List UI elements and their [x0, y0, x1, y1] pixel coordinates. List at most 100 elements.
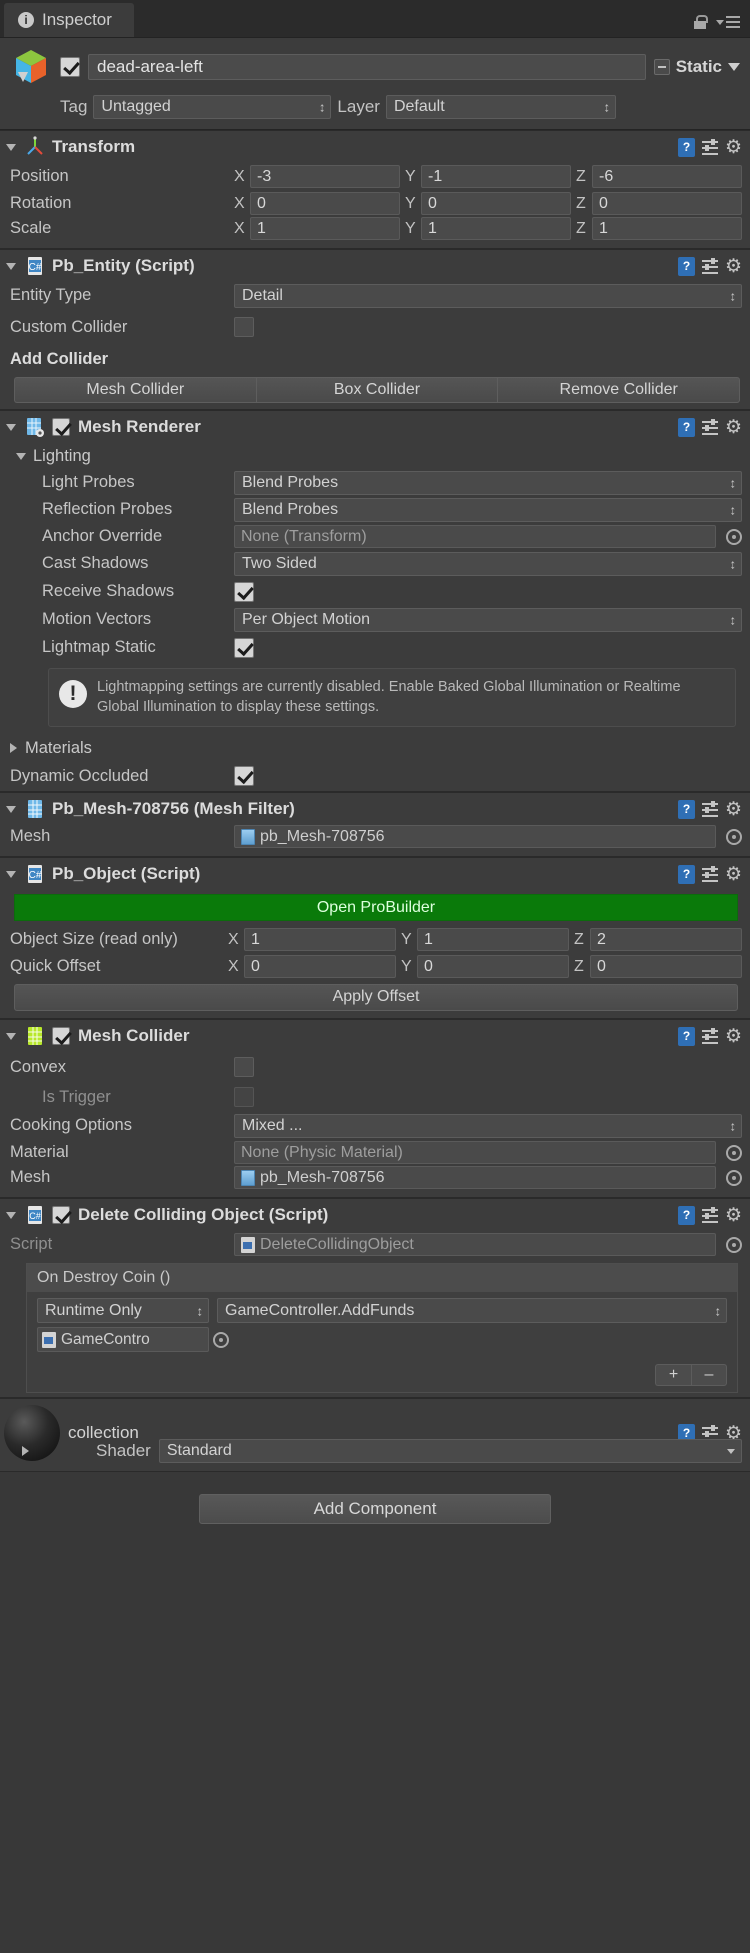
box-collider-button[interactable]: Box Collider [255, 377, 498, 403]
pb-object-header[interactable]: C# Pb_Object (Script) ? [0, 858, 750, 891]
mesh-collider-header[interactable]: Mesh Collider ? [0, 1020, 750, 1053]
object-picker-icon[interactable] [726, 528, 742, 545]
rotation-z-input[interactable]: 0 [592, 192, 742, 215]
event-function-dropdown[interactable]: GameController.AddFunds [217, 1298, 727, 1324]
quick-offset-x-input[interactable]: 0 [244, 955, 396, 979]
mesh-renderer-enabled-checkbox[interactable] [52, 418, 70, 436]
chevron-down-icon[interactable] [728, 63, 740, 71]
foldout-mesh-filter[interactable] [4, 805, 18, 813]
foldout-mesh-collider[interactable] [4, 1032, 18, 1040]
foldout-pb-object[interactable] [4, 870, 18, 878]
scale-y-input[interactable]: 1 [421, 217, 571, 240]
help-icon[interactable]: ? [678, 1026, 695, 1046]
anchor-override-objectfield[interactable]: None (Transform) [234, 525, 716, 548]
tag-dropdown[interactable]: Untagged [93, 95, 332, 119]
overflow-menu-icon[interactable] [716, 16, 740, 28]
quick-offset-row: Quick Offset X 0 Y 0 Z 0 [0, 953, 750, 980]
help-icon[interactable]: ? [678, 417, 695, 437]
preset-icon[interactable] [702, 1207, 718, 1224]
delete-colliding-object-enabled-checkbox[interactable] [52, 1206, 70, 1225]
preset-icon[interactable] [702, 139, 718, 155]
gear-icon[interactable] [725, 1207, 742, 1224]
delete-colliding-object-header[interactable]: C# Delete Colliding Object (Script) ? [0, 1199, 750, 1232]
remove-collider-button[interactable]: Remove Collider [497, 377, 741, 403]
reflection-probes-dropdown[interactable]: Blend Probes [234, 497, 742, 522]
gear-icon[interactable] [725, 258, 742, 275]
materials-foldout[interactable]: Materials [0, 735, 750, 761]
static-toggle-group[interactable]: Static [653, 57, 740, 77]
foldout-materials[interactable] [6, 743, 20, 754]
event-target-objectfield[interactable]: GameContro [37, 1327, 209, 1353]
scale-x-input[interactable]: 1 [250, 217, 400, 240]
open-probuilder-button[interactable]: Open ProBuilder [14, 894, 738, 922]
lighting-foldout[interactable]: Lighting [0, 443, 750, 469]
quick-offset-y-input[interactable]: 0 [417, 955, 569, 979]
foldout-pb-entity[interactable] [4, 262, 18, 270]
foldout-transform[interactable] [4, 143, 18, 151]
rotation-x-input[interactable]: 0 [250, 192, 400, 215]
layer-dropdown[interactable]: Default [385, 95, 616, 119]
mesh-collider-enabled-checkbox[interactable] [52, 1027, 70, 1046]
preset-icon[interactable] [702, 866, 718, 883]
object-picker-icon[interactable] [726, 1169, 742, 1186]
position-z-input[interactable]: -6 [592, 165, 742, 188]
rotation-y-input[interactable]: 0 [421, 192, 571, 215]
position-x-input[interactable]: -3 [250, 165, 400, 188]
receive-shadows-checkbox[interactable] [234, 581, 254, 602]
help-icon[interactable]: ? [678, 799, 695, 819]
gear-icon[interactable] [725, 419, 742, 436]
gear-icon[interactable] [725, 1028, 742, 1045]
mesh-renderer-header[interactable]: Mesh Renderer ? [0, 411, 750, 443]
foldout-material[interactable] [18, 1446, 32, 1457]
transform-header[interactable]: Transform ? [0, 131, 750, 163]
gear-icon[interactable] [725, 866, 742, 883]
shader-dropdown[interactable]: Standard [158, 1439, 742, 1464]
light-probes-dropdown[interactable]: Blend Probes [234, 470, 742, 495]
mesh-collider-objectfield[interactable]: pb_Mesh-708756 [234, 1166, 716, 1190]
object-picker-icon[interactable] [213, 1331, 229, 1348]
add-event-button[interactable]: + [655, 1364, 691, 1387]
gameobject-name-input[interactable]: dead-area-left [88, 54, 646, 80]
motion-vectors-dropdown[interactable]: Per Object Motion [234, 607, 742, 632]
help-icon[interactable]: ? [678, 256, 695, 276]
mesh-collider-button[interactable]: Mesh Collider [14, 377, 256, 403]
gameobject-enabled-checkbox[interactable] [60, 57, 80, 77]
event-mode-dropdown[interactable]: Runtime Only [37, 1298, 209, 1324]
position-y-input[interactable]: -1 [421, 165, 571, 188]
quick-offset-z-input[interactable]: 0 [590, 955, 742, 979]
static-checkbox[interactable] [653, 59, 670, 75]
mesh-filter-header[interactable]: Pb_Mesh-708756 (Mesh Filter) ? [0, 793, 750, 826]
apply-offset-button[interactable]: Apply Offset [14, 984, 738, 1012]
help-icon[interactable]: ? [678, 864, 695, 884]
physic-material-objectfield[interactable]: None (Physic Material) [234, 1141, 716, 1165]
foldout-delete-colliding-object[interactable] [4, 1211, 18, 1219]
tab-inspector[interactable]: i Inspector [4, 3, 134, 37]
convex-checkbox[interactable] [234, 1057, 254, 1078]
gear-icon[interactable] [725, 801, 742, 818]
help-icon[interactable]: ? [678, 137, 695, 157]
preset-icon[interactable] [702, 1028, 718, 1045]
cooking-options-dropdown[interactable]: Mixed ... [234, 1113, 742, 1138]
foldout-lighting[interactable] [14, 452, 28, 460]
entity-type-dropdown[interactable]: Detail [234, 283, 742, 308]
mesh-objectfield[interactable]: pb_Mesh-708756 [234, 825, 716, 849]
add-component-button[interactable]: Add Component [199, 1494, 551, 1525]
pb-entity-header[interactable]: C# Pb_Entity (Script) ? [0, 250, 750, 282]
anchor-override-label: Anchor Override [42, 527, 163, 545]
preset-icon[interactable] [702, 801, 718, 818]
remove-event-button[interactable]: – [691, 1364, 727, 1387]
dynamic-occluded-checkbox[interactable] [234, 766, 254, 787]
object-picker-icon[interactable] [726, 828, 742, 845]
lock-icon[interactable] [694, 15, 708, 29]
foldout-mesh-renderer[interactable] [4, 423, 18, 431]
custom-collider-checkbox[interactable] [234, 317, 254, 337]
lightmap-static-checkbox[interactable] [234, 637, 254, 658]
preset-icon[interactable] [702, 419, 718, 435]
scale-z-input[interactable]: 1 [592, 217, 742, 240]
preset-icon[interactable] [702, 258, 718, 274]
cast-shadows-dropdown[interactable]: Two Sided [234, 551, 742, 576]
object-picker-icon[interactable] [726, 1144, 742, 1161]
gear-icon[interactable] [725, 139, 742, 156]
mesh-filter-title: Pb_Mesh-708756 (Mesh Filter) [52, 799, 295, 819]
help-icon[interactable]: ? [678, 1205, 695, 1225]
